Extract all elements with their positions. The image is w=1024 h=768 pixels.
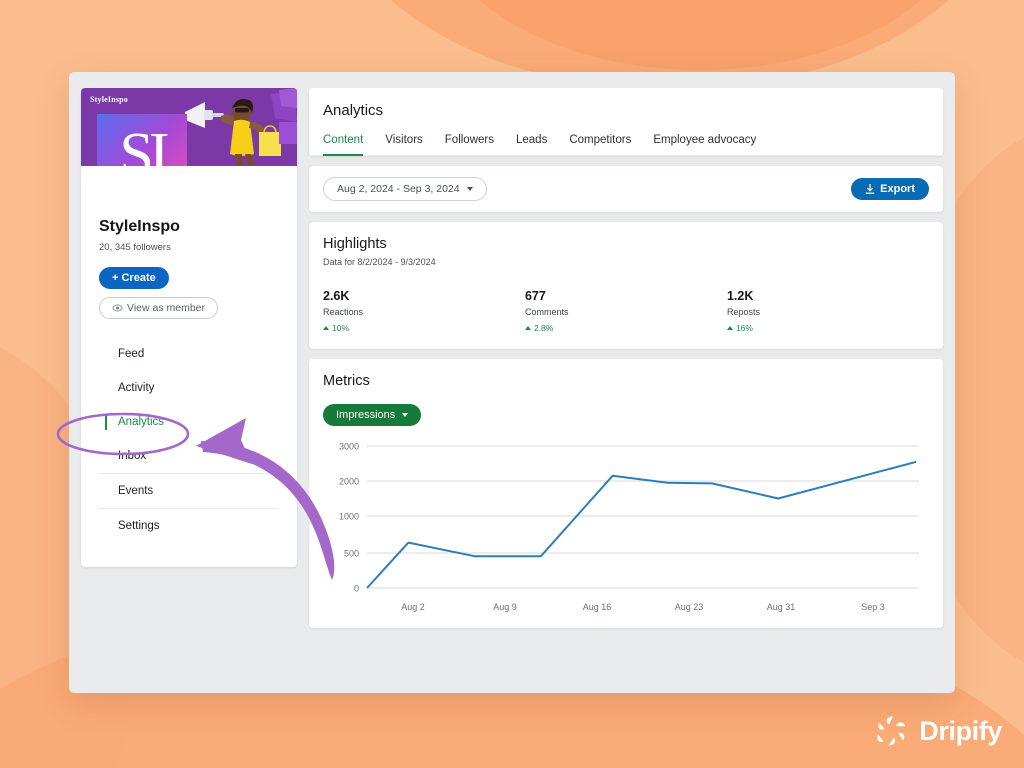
profile-followers: 20, 345 followers — [99, 242, 279, 253]
sidebar-item-feed[interactable]: Feed — [99, 337, 279, 371]
profile-banner: StyleInspo — [81, 88, 297, 166]
impressions-line-chart: 0 500 1000 2000 3000 — [323, 438, 929, 598]
highlights-subtitle: Data for 8/2/2024 - 9/3/2024 — [323, 257, 929, 267]
sidebar-item-events[interactable]: Events — [99, 473, 279, 508]
highlights-card: Highlights Data for 8/2/2024 - 9/3/2024 … — [309, 222, 943, 349]
stat-value: 2.6K — [323, 289, 525, 303]
page-title: Analytics — [323, 102, 929, 119]
profile-name: StyleInspo — [99, 218, 279, 236]
sidebar-bottom-spacer — [99, 543, 279, 553]
metrics-card: Metrics Impressions 0 500 1000 2000 3000 Aug… — [309, 359, 943, 628]
sidebar-item-label: Inbox — [118, 450, 146, 462]
trend-up-icon — [323, 326, 329, 330]
main-content: Analytics ContentVisitorsFollowersLeadsC… — [309, 88, 943, 638]
tab-visitors[interactable]: Visitors — [385, 134, 423, 155]
sidebar-item-settings[interactable]: Settings — [99, 508, 279, 543]
dripify-brand: Dripify — [875, 714, 1002, 748]
analytics-header: Analytics — [309, 88, 943, 119]
profile-details: StyleInspo 20, 345 followers + Create Vi… — [81, 166, 297, 567]
highlights-title: Highlights — [323, 236, 929, 252]
metrics-title: Metrics — [323, 373, 929, 389]
sidebar-item-inbox[interactable]: Inbox — [99, 439, 279, 473]
trend-up-icon — [525, 326, 531, 330]
sidebar-item-activity[interactable]: Activity — [99, 371, 279, 405]
profile-logo: SI — [97, 114, 187, 166]
chart-x-tick-label: Aug 23 — [643, 602, 735, 612]
sidebar-item-label: Feed — [118, 348, 144, 360]
sidebar-nav: Feed Activity Analytics Inbox Events Settings — [99, 337, 279, 543]
profile-sidebar: StyleInspo — [81, 88, 297, 567]
analytics-header-card: Analytics ContentVisitorsFollowersLeadsC… — [309, 88, 943, 156]
chart-y-tick-label: 1000 — [339, 512, 359, 522]
metric-selector[interactable]: Impressions — [323, 404, 421, 426]
tab-followers[interactable]: Followers — [445, 134, 494, 155]
export-button[interactable]: Export — [851, 178, 929, 200]
stat-change: 10% — [323, 323, 525, 333]
stat-label: Reposts — [727, 307, 929, 317]
chart-y-tick-label: 500 — [344, 549, 359, 559]
tab-content[interactable]: Content — [323, 134, 363, 155]
dripify-wordmark: Dripify — [919, 716, 1002, 747]
stat-comments: 677 Comments 2.8% — [525, 289, 727, 333]
chart-y-tick-label: 0 — [354, 584, 359, 594]
chart-x-tick-label: Aug 31 — [735, 602, 827, 612]
chart-x-axis-labels: Aug 2Aug 9Aug 16Aug 23Aug 31Sep 3 — [367, 602, 929, 612]
toolbar-card: Aug 2, 2024 - Sep 3, 2024 Export — [309, 166, 943, 212]
view-as-member-label: View as member — [127, 302, 205, 314]
profile-logo-text: SI — [119, 124, 164, 166]
tab-competitors[interactable]: Competitors — [569, 134, 631, 155]
sidebar-item-label: Activity — [118, 382, 154, 394]
chevron-down-icon — [402, 413, 408, 417]
sidebar-item-analytics[interactable]: Analytics — [99, 405, 279, 439]
dripify-aperture-icon — [875, 714, 909, 748]
view-as-member-button[interactable]: View as member — [99, 297, 218, 319]
chart-x-tick-label: Sep 3 — [827, 602, 919, 612]
stat-value: 1.2K — [727, 289, 929, 303]
analytics-toolbar: Aug 2, 2024 - Sep 3, 2024 Export — [309, 166, 943, 212]
tab-leads[interactable]: Leads — [516, 134, 547, 155]
highlights-section: Highlights Data for 8/2/2024 - 9/3/2024 … — [309, 222, 943, 349]
banner-illustration — [179, 88, 297, 166]
create-button[interactable]: + Create — [99, 267, 169, 289]
chart-y-tick-label: 3000 — [339, 442, 359, 452]
export-label: Export — [880, 183, 915, 195]
stat-change-value: 10% — [332, 323, 349, 333]
chevron-down-icon — [467, 187, 473, 191]
eye-icon — [112, 304, 123, 312]
chart-x-tick-label: Aug 2 — [367, 602, 459, 612]
download-icon — [865, 184, 875, 195]
analytics-tabs: Content Visitors Followers Leads Competitors… — [309, 134, 943, 156]
stat-reposts: 1.2K Reposts 16% — [727, 289, 929, 333]
stat-label: Comments — [525, 307, 727, 317]
sidebar-item-label: Settings — [118, 520, 160, 532]
banner-brand-label: StyleInspo — [90, 95, 128, 104]
stat-change-value: 2.8% — [534, 323, 553, 333]
tab-employee-advocacy[interactable]: Employee advocacy — [653, 134, 756, 155]
highlights-stats: 2.6K Reactions 10% 677 Comments 2.8% 1.2K Repos… — [323, 289, 929, 333]
sidebar-item-label: Analytics — [118, 416, 164, 428]
stat-change: 2.8% — [525, 323, 727, 333]
chart-x-tick-label: Aug 9 — [459, 602, 551, 612]
trend-up-icon — [727, 326, 733, 330]
chart-x-tick-label: Aug 16 — [551, 602, 643, 612]
stat-change-value: 16% — [736, 323, 753, 333]
metrics-section: Metrics Impressions 0 500 1000 2000 3000 Aug… — [309, 359, 943, 628]
chart-y-tick-label: 2000 — [339, 477, 359, 487]
stat-label: Reactions — [323, 307, 525, 317]
date-range-label: Aug 2, 2024 - Sep 3, 2024 — [337, 183, 460, 195]
metric-selector-label: Impressions — [336, 409, 395, 421]
app-window: StyleInspo — [69, 72, 955, 693]
stat-reactions: 2.6K Reactions 10% — [323, 289, 525, 333]
date-range-picker[interactable]: Aug 2, 2024 - Sep 3, 2024 — [323, 177, 487, 201]
chart-svg: 0 500 1000 2000 3000 — [323, 438, 923, 598]
stat-change: 16% — [727, 323, 929, 333]
stat-value: 677 — [525, 289, 727, 303]
sidebar-item-label: Events — [118, 485, 153, 497]
